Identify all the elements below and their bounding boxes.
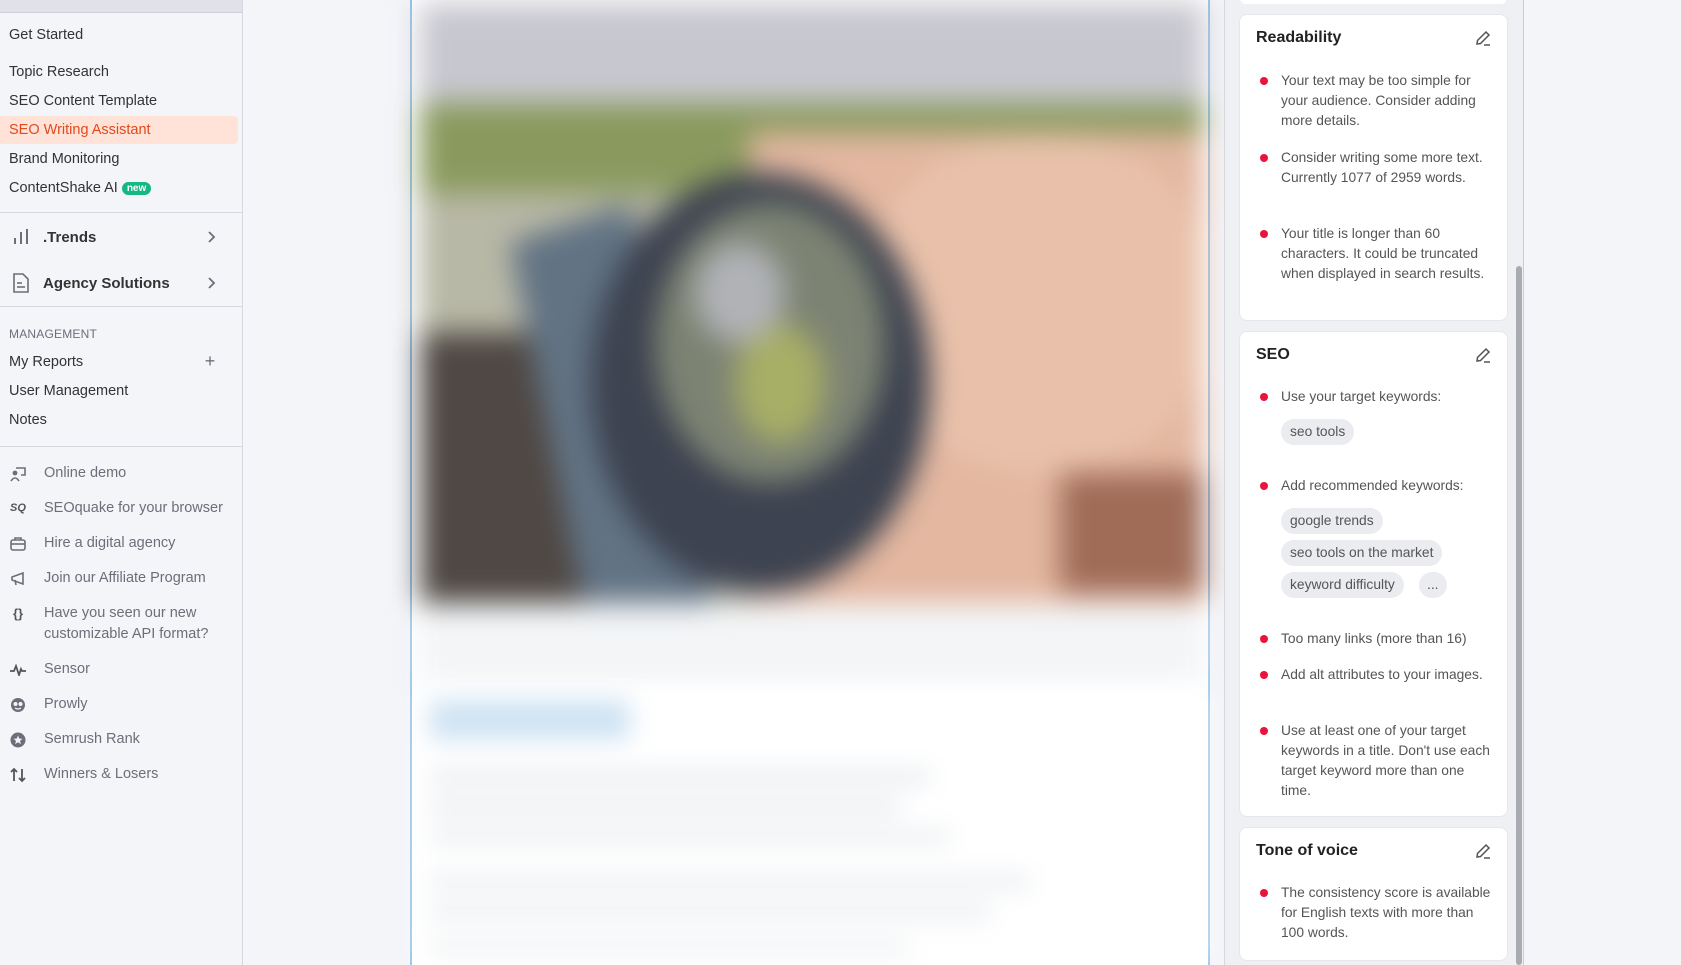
keyword-chip[interactable]: seo tools [1281, 419, 1355, 445]
presenter-icon [9, 463, 27, 484]
alert-dot-icon [1260, 482, 1268, 490]
alert-dot-icon [1260, 154, 1268, 162]
readability-tip: Your text may be too simple for your aud… [1256, 71, 1496, 131]
tone-tip: The consistency score is available for E… [1256, 883, 1496, 943]
tip-text: Consider writing some more text. Current… [1281, 150, 1483, 185]
panel-scrollbar[interactable] [1516, 266, 1522, 965]
seo-tip-target-keywords: Use your target keywords: [1256, 387, 1496, 407]
keyword-chip[interactable]: keyword difficulty [1281, 572, 1404, 598]
alert-dot-icon [1260, 393, 1268, 401]
pencil-icon[interactable] [1474, 29, 1492, 47]
prowly-icon [9, 694, 27, 715]
sidebar-link-affiliate[interactable]: Join our Affiliate Program [0, 568, 238, 589]
sidebar-link-online-demo[interactable]: Online demo [0, 463, 238, 484]
sidebar-link-sensor[interactable]: Sensor [0, 659, 238, 680]
tone-of-voice-card: Tone of voice The consistency score is a… [1240, 828, 1507, 960]
sidebar-link-label: Hire a digital agency [44, 535, 176, 551]
sidebar-link-winners-losers[interactable]: Winners & Losers [0, 764, 238, 785]
sidebar-group-label: Agency Solutions [43, 274, 170, 292]
sidebar-item-brand-monitoring[interactable]: Brand Monitoring [0, 145, 238, 173]
chevron-right-icon [204, 275, 220, 291]
sidebar-divider [0, 306, 242, 307]
management-heading: MANAGEMENT [9, 327, 98, 341]
tip-text: Add alt attributes to your images. [1281, 667, 1483, 682]
seo-tip: Too many links (more than 16) [1256, 629, 1496, 649]
sidebar-group-label: .Trends [43, 228, 97, 246]
alert-dot-icon [1260, 635, 1268, 643]
sidebar-divider [0, 212, 242, 213]
card-title: SEO [1256, 346, 1290, 363]
sidebar-link-label: Online demo [44, 465, 127, 481]
sidebar-link-label: Semrush Rank [44, 731, 140, 747]
alert-dot-icon [1260, 671, 1268, 679]
sidebar-item-my-reports[interactable]: My Reports + [0, 348, 238, 376]
alert-dot-icon [1260, 889, 1268, 897]
tip-text: Your title is longer than 60 characters.… [1281, 226, 1485, 281]
new-badge: new [121, 181, 152, 195]
sidebar-link-semrush-rank[interactable]: Semrush Rank [0, 729, 238, 750]
keyword-chip[interactable]: google trends [1281, 508, 1383, 534]
pencil-icon[interactable] [1474, 346, 1492, 364]
sidebar-group-agency-solutions[interactable]: Agency Solutions [0, 266, 238, 300]
up-down-arrows-icon [9, 764, 27, 785]
keyword-chip[interactable]: seo tools on the market [1281, 540, 1443, 566]
megaphone-icon [9, 568, 27, 589]
alert-dot-icon [1260, 230, 1268, 238]
sidebar-link-label: Join our Affiliate Program [44, 570, 206, 586]
article-image-blurred [420, 3, 1204, 683]
seo-tip-recommended-keywords: Add recommended keywords: [1256, 476, 1496, 496]
card-title: Tone of voice [1256, 842, 1358, 859]
sidebar-item-topic-research[interactable]: Topic Research [0, 58, 238, 86]
tip-text: Use at least one of your target keywords… [1281, 723, 1490, 798]
sidebar-item-get-started[interactable]: Get Started [0, 21, 238, 49]
sidebar-link-label: SEOquake for your browser [44, 500, 223, 516]
alert-dot-icon [1260, 77, 1268, 85]
sidebar-top-strip [0, 0, 242, 13]
chevron-right-icon [204, 229, 220, 245]
previous-card-edge [1240, 0, 1507, 4]
tip-text: Your text may be too simple for your aud… [1281, 73, 1476, 128]
sidebar-link-seoquake[interactable]: SQ SEOquake for your browser [0, 498, 238, 519]
sidebar-item-label: My Reports [9, 354, 84, 370]
article-text-blurred [420, 690, 1204, 965]
readability-tip: Consider writing some more text. Current… [1256, 148, 1496, 188]
tip-text: Too many links (more than 16) [1281, 631, 1467, 646]
readability-tip: Your title is longer than 60 characters.… [1256, 224, 1496, 284]
more-keywords-button[interactable]: ... [1419, 572, 1447, 598]
sidebar-link-prowly[interactable]: Prowly [0, 694, 238, 715]
sidebar-item-label: ContentShake AI [9, 180, 118, 196]
sidebar-item-user-management[interactable]: User Management [0, 377, 238, 405]
readability-card: Readability Your text may be too simple … [1240, 15, 1507, 320]
star-circle-icon [9, 729, 27, 750]
pulse-icon [9, 659, 27, 680]
add-report-button[interactable]: + [202, 352, 218, 370]
alert-dot-icon [1260, 727, 1268, 735]
sidebar-link-label: Sensor [44, 661, 90, 677]
seoquake-icon: SQ [10, 502, 26, 514]
tip-text: The consistency score is available for E… [1281, 885, 1491, 940]
tip-text: Use your target keywords: [1281, 389, 1442, 404]
document-icon [11, 273, 31, 293]
bar-chart-icon [11, 227, 31, 247]
sidebar-item-seo-writing-assistant[interactable]: SEO Writing Assistant [0, 116, 238, 144]
seo-tip: Add alt attributes to your images. [1256, 665, 1496, 685]
sidebar-item-seo-content-template[interactable]: SEO Content Template [0, 87, 238, 115]
sidebar-item-contentshake-ai[interactable]: ContentShake AI new [0, 174, 238, 202]
seo-tip: Use at least one of your target keywords… [1256, 721, 1496, 801]
sidebar: Get Started Topic Research SEO Content T… [0, 0, 243, 965]
braces-icon: {} [12, 606, 24, 621]
card-title: Readability [1256, 29, 1342, 46]
tip-text: Add recommended keywords: [1281, 478, 1464, 493]
pencil-icon[interactable] [1474, 842, 1492, 860]
sidebar-link-hire-agency[interactable]: Hire a digital agency [0, 533, 238, 554]
sidebar-link-label: Winners & Losers [44, 766, 159, 782]
sidebar-divider [0, 446, 242, 447]
sidebar-link-api-format[interactable]: {} Have you seen our new customizable AP… [0, 603, 238, 645]
briefcase-icon [9, 533, 27, 554]
sidebar-item-notes[interactable]: Notes [0, 406, 238, 434]
sidebar-link-label: Prowly [44, 696, 88, 712]
sidebar-group-trends[interactable]: .Trends [0, 220, 238, 254]
sidebar-link-label: Have you seen our new customizable API f… [44, 605, 209, 642]
seo-card: SEO Use your target keywords: seo tools … [1240, 332, 1507, 816]
